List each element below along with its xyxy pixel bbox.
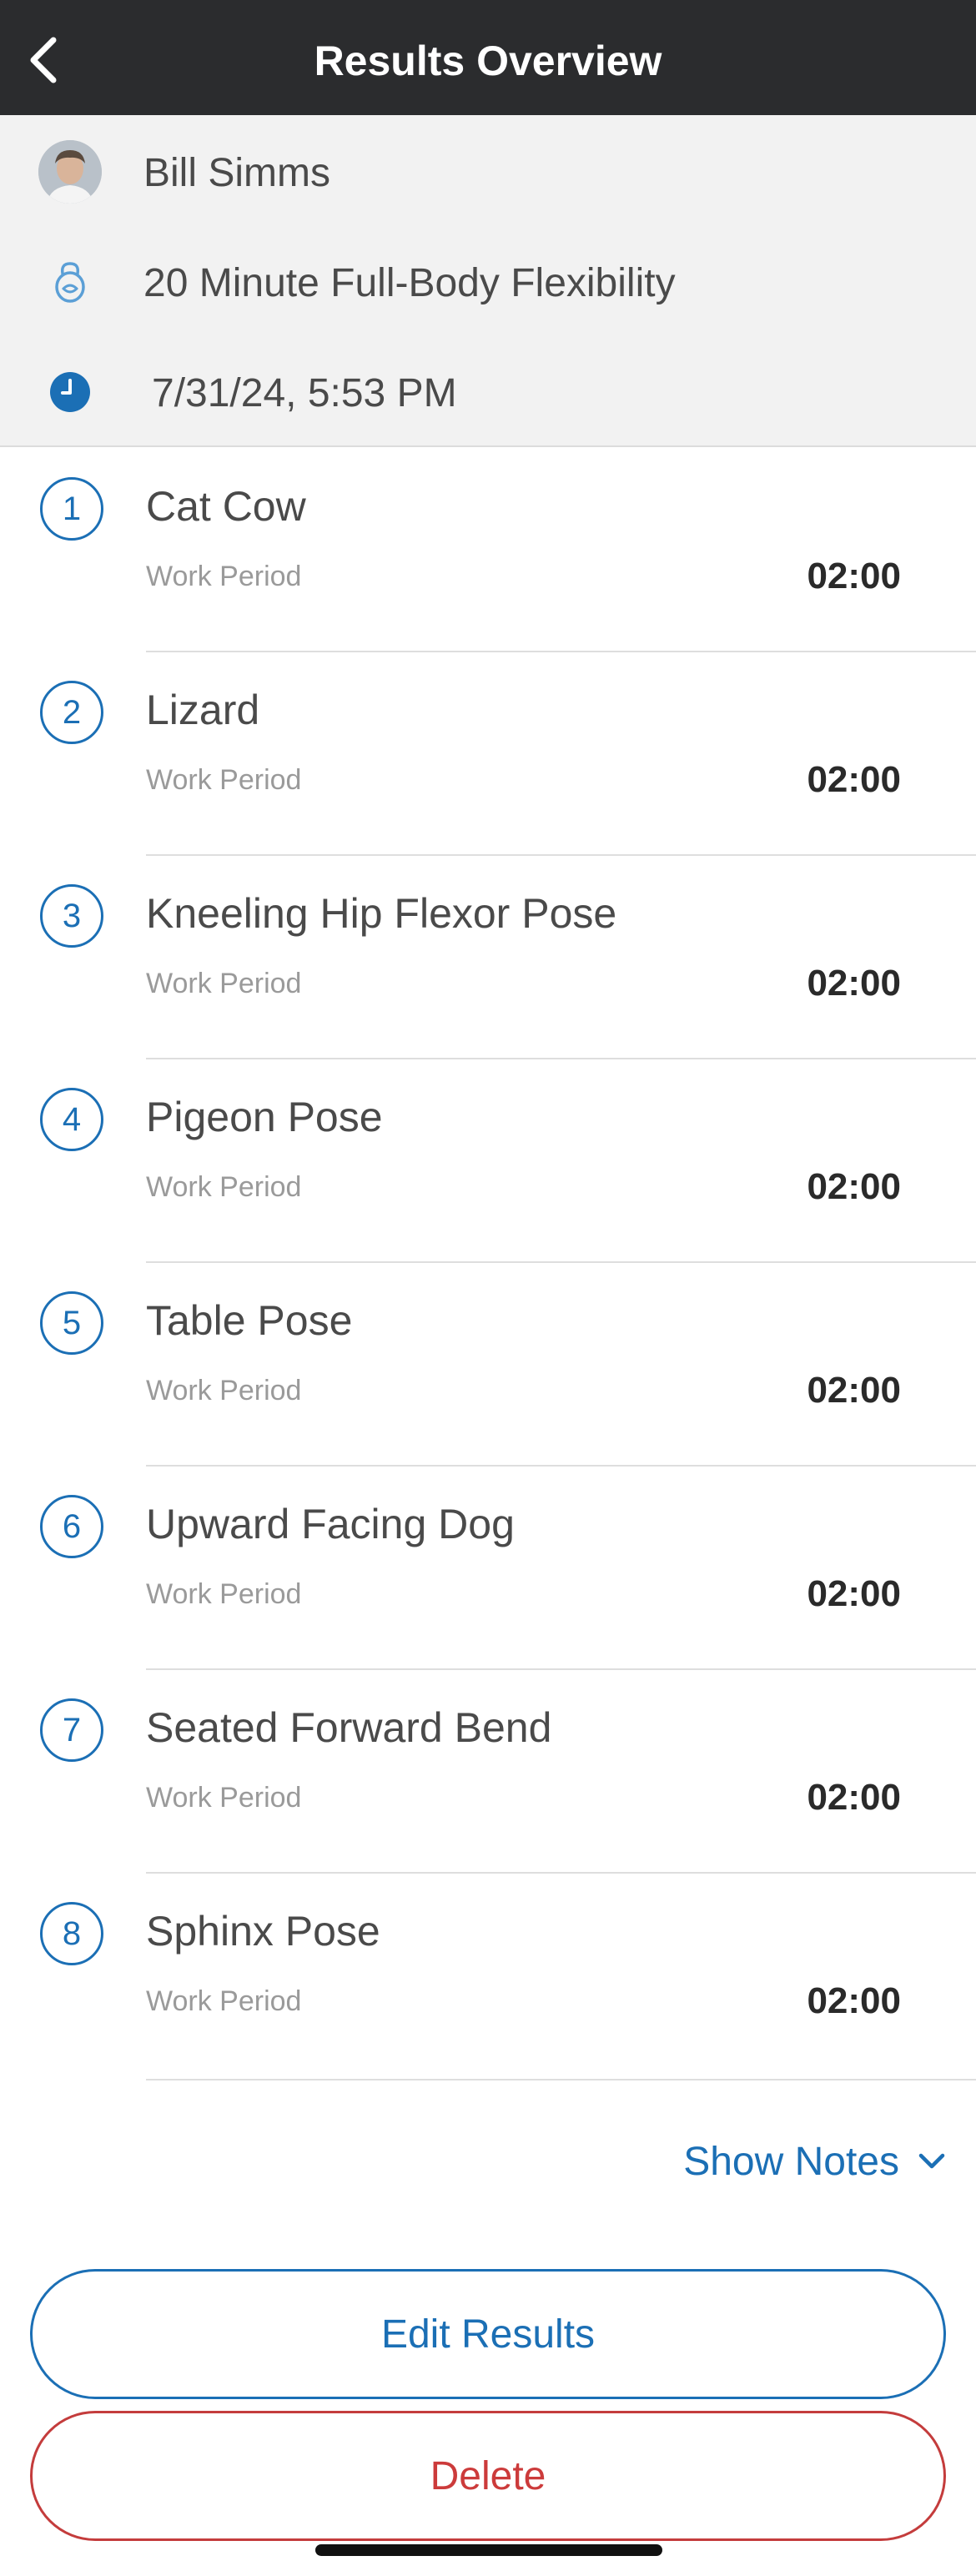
results-overview-screen: Results Overview Bill Simms 20 Minute Fu… xyxy=(0,0,976,2576)
chevron-down-icon xyxy=(918,2153,945,2169)
exercise-name: Sphinx Pose xyxy=(146,1908,380,1955)
top-navbar: Results Overview xyxy=(0,0,976,115)
list-item[interactable]: 2 Lizard Work Period 02:00 xyxy=(0,652,976,856)
exercise-name: Upward Facing Dog xyxy=(146,1501,515,1547)
exercise-name: Table Pose xyxy=(146,1297,353,1344)
edit-results-button[interactable]: Edit Results xyxy=(30,2269,946,2399)
workout-row: 20 Minute Full-Body Flexibility xyxy=(0,227,976,337)
period-label: Work Period xyxy=(146,1578,302,1610)
show-notes-label: Show Notes xyxy=(683,2139,899,2184)
exercise-number-badge: 7 xyxy=(40,1698,103,1762)
exercise-name: Lizard xyxy=(146,687,260,733)
exercise-name: Seated Forward Bend xyxy=(146,1704,552,1751)
exercise-number-badge: 2 xyxy=(40,681,103,744)
period-label: Work Period xyxy=(146,764,302,796)
list-item[interactable]: 8 Sphinx Pose Work Period 02:00 xyxy=(0,1874,976,2080)
exercise-number-badge: 6 xyxy=(40,1495,103,1558)
home-indicator xyxy=(315,2544,662,2556)
exercise-number-badge: 5 xyxy=(40,1291,103,1355)
exercise-name: Kneeling Hip Flexor Pose xyxy=(146,890,617,937)
athlete-name: Bill Simms xyxy=(143,151,330,195)
period-label: Work Period xyxy=(146,1375,302,1406)
show-notes-toggle[interactable]: Show Notes xyxy=(683,2132,946,2191)
period-time: 02:00 xyxy=(807,1777,901,1818)
list-item[interactable]: 1 Cat Cow Work Period 02:00 xyxy=(0,449,976,652)
page-title: Results Overview xyxy=(314,38,662,84)
exercise-name: Pigeon Pose xyxy=(146,1094,383,1140)
exercise-number-badge: 4 xyxy=(40,1088,103,1151)
period-label: Work Period xyxy=(146,1171,302,1203)
avatar xyxy=(38,140,102,204)
exercise-number-badge: 3 xyxy=(40,884,103,948)
list-item[interactable]: 3 Kneeling Hip Flexor Pose Work Period 0… xyxy=(0,856,976,1059)
period-label: Work Period xyxy=(146,1985,302,2017)
clock-icon xyxy=(50,372,90,412)
period-label: Work Period xyxy=(146,561,302,592)
chevron-left-icon xyxy=(30,37,57,83)
date-row: 7/31/24, 5:53 PM xyxy=(0,337,976,447)
period-label: Work Period xyxy=(146,968,302,999)
delete-button[interactable]: Delete xyxy=(30,2411,946,2541)
period-time: 02:00 xyxy=(807,759,901,800)
list-item[interactable]: 4 Pigeon Pose Work Period 02:00 xyxy=(0,1059,976,1263)
kettlebell-icon xyxy=(55,262,85,303)
athlete-row: Bill Simms xyxy=(0,117,976,227)
period-label: Work Period xyxy=(146,1782,302,1814)
list-item[interactable]: 5 Table Pose Work Period 02:00 xyxy=(0,1263,976,1467)
exercise-number-badge: 8 xyxy=(40,1902,103,1965)
result-info-header: Bill Simms 20 Minute Full-Body Flexibili… xyxy=(0,115,976,447)
period-time: 02:00 xyxy=(807,1980,901,2021)
exercise-name: Cat Cow xyxy=(146,483,306,530)
list-item[interactable]: 6 Upward Facing Dog Work Period 02:00 xyxy=(0,1467,976,1670)
divider xyxy=(146,2079,976,2080)
period-time: 02:00 xyxy=(807,1166,901,1207)
period-time: 02:00 xyxy=(807,1573,901,1614)
back-button[interactable] xyxy=(12,25,75,95)
result-date-time: 7/31/24, 5:53 PM xyxy=(152,371,457,415)
list-item[interactable]: 7 Seated Forward Bend Work Period 02:00 xyxy=(0,1670,976,1874)
period-time: 02:00 xyxy=(807,963,901,1004)
period-time: 02:00 xyxy=(807,556,901,596)
period-time: 02:00 xyxy=(807,1370,901,1411)
workout-name: 20 Minute Full-Body Flexibility xyxy=(143,261,676,305)
exercise-results-list: 1 Cat Cow Work Period 02:00 2 Lizard Wor… xyxy=(0,449,976,2080)
exercise-number-badge: 1 xyxy=(40,477,103,541)
